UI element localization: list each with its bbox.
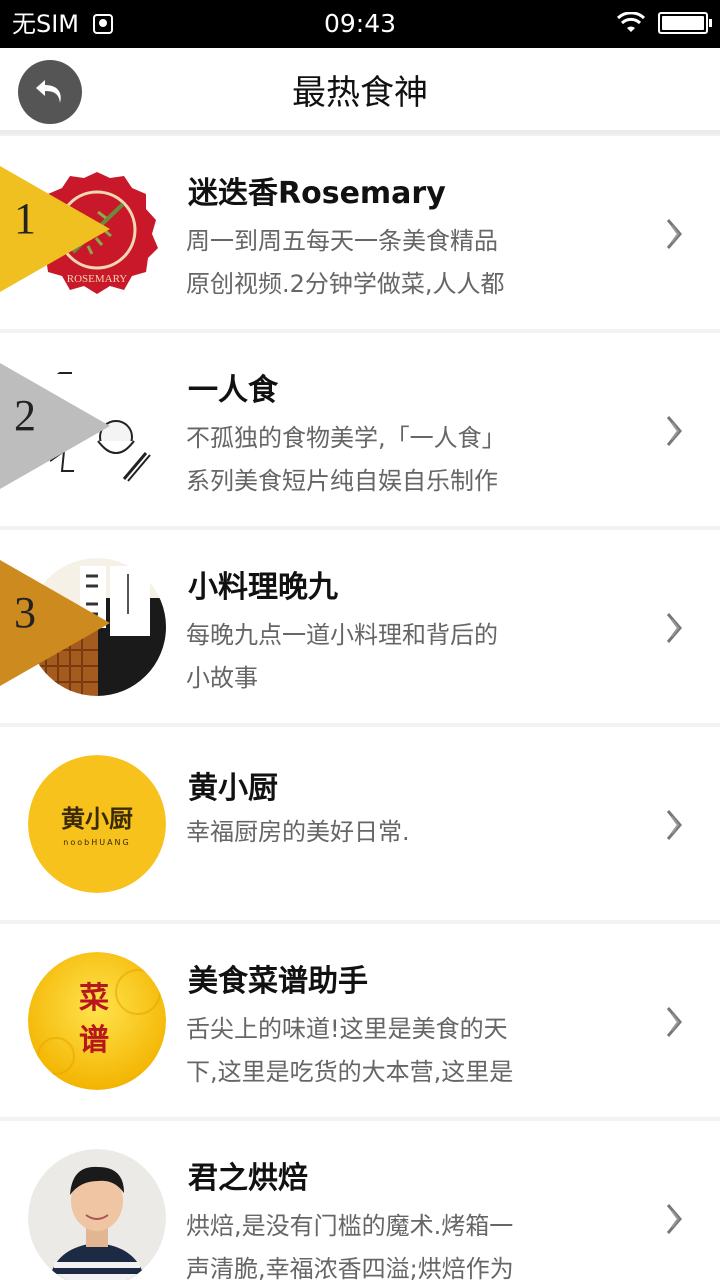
item-description-line: 声清脆,幸福浓香四溢;烘焙作为	[186, 1255, 514, 1280]
item-description-line: 每晚九点一道小料理和背后的	[186, 621, 498, 649]
item-description: 幸福厨房的美好日常.	[186, 811, 566, 854]
wifi-icon	[616, 12, 646, 32]
chevron-right-icon	[666, 1204, 682, 1234]
rank-number: 3	[14, 588, 36, 637]
nav-bar: 最热食神	[0, 48, 720, 134]
status-bar: 无SIM 09:43	[0, 0, 720, 48]
item-description: 每晚九点一道小料理和背后的 小故事	[186, 614, 566, 700]
item-description-line: 舌尖上的味道!这里是美食的天	[186, 1015, 508, 1043]
item-title: 迷迭香Rosemary	[188, 176, 446, 211]
item-description-line: 小故事	[186, 664, 258, 692]
item-description-line: 烘焙,是没有门槛的魔术.烤箱一	[186, 1212, 514, 1240]
item-description-line: 幸福厨房的美好日常.	[186, 818, 410, 846]
list-item[interactable]: 君之烘焙 烘焙,是没有门槛的魔术.烤箱一 声清脆,幸福浓香四溢;烘焙作为	[0, 1121, 720, 1280]
item-description-line: 下,这里是吃货的大本营,这里是	[186, 1058, 514, 1086]
huangxiaochu-logo-text: 黄小厨	[61, 805, 133, 833]
chevron-right-icon	[666, 416, 682, 446]
rank-number: 2	[14, 391, 36, 440]
chevron-right-icon	[666, 219, 682, 249]
item-title: 小料理晚九	[188, 570, 338, 605]
caipu-logo-text: 谱	[79, 1023, 109, 1058]
battery-icon	[658, 12, 712, 34]
chef-list: ROSEMARY 1 迷迭香Rosemary 周一到周五每天一条美食精品 原创视…	[0, 136, 720, 1280]
status-right	[616, 12, 712, 34]
item-description: 烘焙,是没有门槛的魔术.烤箱一 声清脆,幸福浓香四溢;烘焙作为	[186, 1205, 566, 1280]
item-title: 美食菜谱助手	[188, 964, 368, 999]
status-time: 09:43	[323, 9, 397, 38]
list-item[interactable]: ROSEMARY 1 迷迭香Rosemary 周一到周五每天一条美食精品 原创视…	[0, 136, 720, 329]
list-item[interactable]: 菜 谱 美食菜谱助手 舌尖上的味道!这里是美食的天 下,这里是吃货的大本营,这里…	[0, 924, 720, 1117]
page-title: 最热食神	[292, 73, 428, 113]
item-description-line: 原创视频.2分钟学做菜,人人都	[186, 270, 505, 298]
item-description: 周一到周五每天一条美食精品 原创视频.2分钟学做菜,人人都	[186, 220, 566, 306]
item-title: 黄小厨	[188, 771, 278, 806]
item-title: 一人食	[188, 373, 278, 408]
item-description-line: 不孤独的食物美学,「一人食」	[186, 424, 506, 452]
caipu-logo-text: 菜	[79, 981, 109, 1016]
item-description-line: 系列美食短片纯自娱自乐制作	[186, 467, 498, 495]
chevron-right-icon	[666, 810, 682, 840]
rank-number: 1	[14, 194, 36, 243]
list-item[interactable]: 黄小厨 noobHUANG 黄小厨 幸福厨房的美好日常.	[0, 727, 720, 920]
item-description-line: 周一到周五每天一条美食精品	[186, 227, 498, 255]
list-item[interactable]: 3 小料理晚九 每晚九点一道小料理和背后的 小故事	[0, 530, 720, 723]
item-description: 不孤独的食物美学,「一人食」 系列美食短片纯自娱自乐制作	[186, 417, 566, 503]
caipu-logo: 菜 谱	[28, 952, 166, 1090]
chevron-right-icon	[666, 1007, 682, 1037]
item-description: 舌尖上的味道!这里是美食的天 下,这里是吃货的大本营,这里是	[186, 1008, 566, 1094]
list-item[interactable]: 2 一人食 不孤独的食物美学,「一人食」 系列美食短片纯自娱自乐制作	[0, 333, 720, 526]
avatar	[28, 1149, 166, 1280]
item-title: 君之烘焙	[188, 1161, 308, 1196]
huangxiaochu-logo-subtext: noobHUANG	[63, 838, 130, 847]
chevron-right-icon	[666, 613, 682, 643]
huangxiaochu-logo: 黄小厨 noobHUANG	[28, 755, 166, 893]
